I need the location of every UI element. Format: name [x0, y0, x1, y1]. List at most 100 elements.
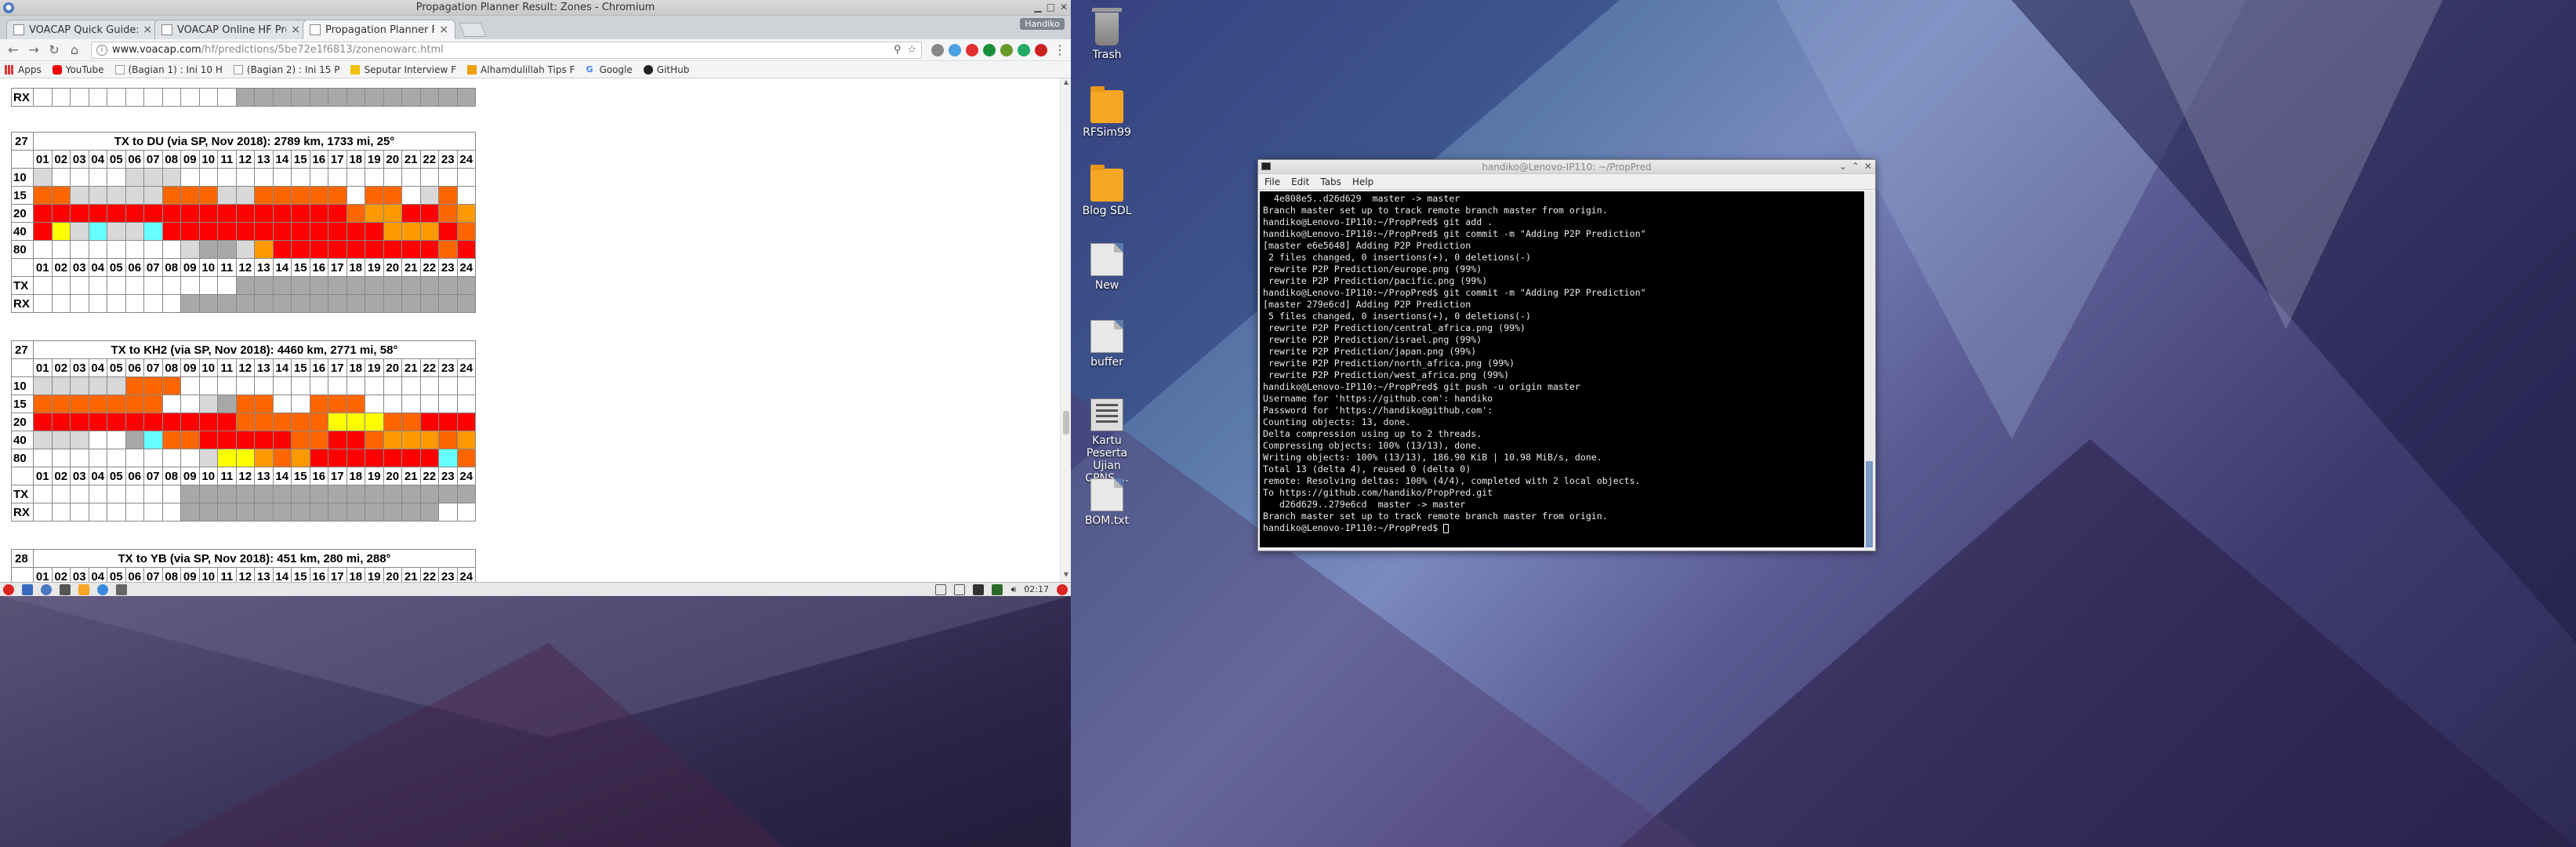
- reload-icon[interactable]: ↻: [45, 42, 63, 59]
- tab-voacap-quick-guide[interactable]: VOACAP Quick Guide: H ×: [6, 20, 159, 39]
- forecast-cell: [70, 449, 89, 467]
- extension-icon[interactable]: [931, 43, 944, 56]
- bookmark-label: Google: [599, 64, 633, 75]
- scrollbar-thumb[interactable]: [1063, 411, 1069, 434]
- hour-header: 05: [107, 567, 126, 582]
- menu-edit[interactable]: Edit: [1291, 176, 1309, 187]
- tab-propagation-planner[interactable]: Propagation Planner Re ×: [303, 20, 455, 39]
- forecast-cell: [161, 449, 181, 467]
- menu-dots-icon[interactable]: ⋮: [1054, 42, 1066, 57]
- usb-icon[interactable]: [973, 583, 985, 595]
- terminal-output[interactable]: 4e808e5..d26d629 master -> master Branch …: [1260, 191, 1864, 547]
- bookmark-apps[interactable]: Apps: [5, 64, 42, 75]
- minimize-icon[interactable]: ⌄: [1839, 161, 1847, 172]
- menu-help[interactable]: Help: [1352, 176, 1373, 187]
- desktop-icon-new[interactable]: New: [1076, 243, 1138, 292]
- forecast-cell: [143, 503, 163, 522]
- scroll-down-icon[interactable]: ▼: [1061, 571, 1071, 582]
- shield-icon[interactable]: [1035, 43, 1047, 56]
- new-tab-button[interactable]: [459, 23, 487, 37]
- terminal-line: Compressing objects: 100% (13/13), done.: [1263, 440, 1482, 451]
- url-host: www.voacap.com: [112, 44, 201, 56]
- tab-voacap-online[interactable]: VOACAP Online HF Pred ×: [154, 20, 307, 39]
- menu-file[interactable]: File: [1264, 176, 1280, 187]
- terminal-scrollbar[interactable]: [1865, 191, 1874, 547]
- profile-button[interactable]: Handiko: [1020, 18, 1065, 30]
- volume-icon[interactable]: 🔊︎: [1010, 584, 1016, 595]
- bookmark-google[interactable]: G Google: [586, 64, 632, 75]
- file-manager-icon[interactable]: [78, 583, 89, 595]
- tab-close-icon[interactable]: ×: [439, 24, 448, 36]
- window-list-icon[interactable]: [935, 583, 947, 595]
- forecast-cell: [328, 503, 347, 522]
- chromium-launcher-icon[interactable]: [41, 583, 52, 595]
- page-scrollbar[interactable]: ▲ ▼: [1060, 78, 1071, 582]
- close-window-icon[interactable]: ✕: [1864, 161, 1872, 172]
- hour-header: 09: [180, 467, 200, 485]
- forecast-cell: [198, 294, 218, 313]
- close-window-icon[interactable]: ✕: [1060, 2, 1068, 13]
- maximize-icon[interactable]: ⌃: [1852, 161, 1859, 172]
- extension-icon[interactable]: [949, 43, 961, 56]
- address-bar[interactable]: i www.voacap.com/hf/predictions/5be72e1f…: [91, 41, 922, 59]
- desktop-icon-bom-txt[interactable]: BOM.txt: [1076, 478, 1138, 527]
- window-menu-icon[interactable]: ●: [3, 2, 14, 13]
- bookmark-bagian-2[interactable]: (Bagian 2) : Ini 15 P: [233, 64, 339, 75]
- clock[interactable]: 02:17: [1024, 584, 1049, 594]
- desktop-icon-trash[interactable]: Trash: [1076, 8, 1138, 61]
- app-launcher-icon[interactable]: [116, 583, 127, 595]
- rx-row: RX: [11, 294, 476, 313]
- chromium-titlebar[interactable]: ● Propagation Planner Result: Zones - Ch…: [0, 0, 1071, 16]
- scroll-up-icon[interactable]: ▲: [1061, 78, 1071, 89]
- hour-header: 17: [328, 150, 347, 169]
- forecast-cell: [88, 168, 107, 187]
- forecast-cell: [291, 186, 310, 205]
- bookmark-seputar-interview[interactable]: Seputar Interview F: [350, 64, 456, 75]
- zoom-icon[interactable]: ⚲: [894, 44, 902, 56]
- bookmark-bagian-1[interactable]: (Bagian 1) : Ini 10 H: [114, 64, 223, 75]
- scrollbar-thumb[interactable]: [1866, 461, 1873, 547]
- desktop-icon-rfsim99[interactable]: RFSim99: [1076, 86, 1138, 139]
- menu-tabs[interactable]: Tabs: [1320, 176, 1341, 187]
- forward-icon[interactable]: →: [25, 42, 42, 59]
- hour-header: 18: [346, 150, 365, 169]
- clipboard-icon[interactable]: [954, 583, 966, 595]
- home-icon[interactable]: ⌂: [66, 42, 83, 59]
- terminal-launcher-icon[interactable]: [60, 583, 71, 595]
- maximize-icon[interactable]: □: [1047, 2, 1055, 13]
- forecast-cell: [438, 240, 458, 259]
- forecast-cell: [383, 240, 402, 259]
- hour-header: 21: [401, 467, 421, 485]
- network-icon[interactable]: [992, 583, 1003, 595]
- tab-close-icon[interactable]: ×: [291, 24, 300, 36]
- browser-launcher-icon[interactable]: [97, 583, 108, 595]
- show-desktop-icon[interactable]: [22, 583, 33, 595]
- info-icon[interactable]: i: [96, 44, 107, 56]
- adblock-icon[interactable]: [966, 43, 978, 56]
- back-icon[interactable]: ←: [5, 42, 22, 59]
- start-menu-icon[interactable]: [3, 583, 14, 595]
- hour-header: 15: [291, 258, 310, 277]
- desktop-icon-blog-sdl[interactable]: Blog SDL: [1076, 165, 1138, 217]
- power-icon[interactable]: [1057, 583, 1068, 595]
- hour-header: 05: [107, 467, 126, 485]
- extension-icon[interactable]: [983, 43, 996, 56]
- desktop-icon-buffer[interactable]: buffer: [1076, 320, 1138, 369]
- bookmark-alhamdulillah[interactable]: Alhamdulillah Tips F: [467, 64, 575, 75]
- tab-close-icon[interactable]: ×: [143, 24, 152, 36]
- forecast-cell: [346, 204, 365, 223]
- bookmark-github[interactable]: GitHub: [643, 64, 689, 75]
- hour-header: 13: [254, 150, 274, 169]
- grammarly-icon[interactable]: [1018, 43, 1030, 56]
- forecast-cell: [419, 503, 439, 522]
- terminal-cursor: [1443, 523, 1449, 533]
- bookmark-star-icon[interactable]: ☆: [907, 44, 916, 56]
- minimize-icon[interactable]: ▁: [1034, 2, 1041, 13]
- forecast-cell: [107, 394, 126, 413]
- terminal-titlebar[interactable]: handiko@Lenovo-IP110: ~/PropPred ⌄ ⌃ ✕: [1258, 160, 1875, 174]
- hour-header: 07: [143, 467, 163, 485]
- window-title: Propagation Planner Result: Zones - Chro…: [415, 2, 655, 13]
- desktop-icon-kartu-peserta[interactable]: Kartu Peserta Ujian CPNS....: [1076, 398, 1138, 485]
- download-icon[interactable]: [1000, 43, 1013, 56]
- bookmark-youtube[interactable]: YouTube: [52, 64, 104, 75]
